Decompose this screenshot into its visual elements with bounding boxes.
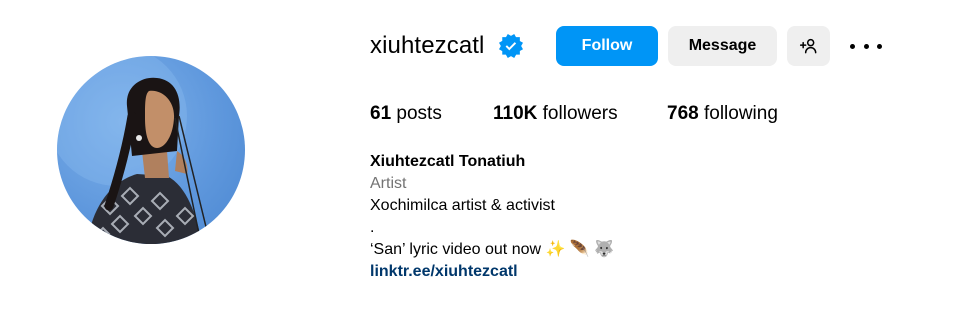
bio-external-link[interactable]: linktr.ee/xiuhtezcatl [370,261,614,283]
profile-avatar[interactable] [57,56,245,244]
posts-stat: 61 posts [370,102,442,126]
following-count: 768 [667,103,699,124]
profile-full-name: Xiuhtezcatl Tonatiuh [370,153,526,170]
posts-label: posts [396,103,442,124]
message-button[interactable]: Message [668,26,777,66]
profile-username: xiuhtezcatl [370,32,485,59]
more-dot-icon [863,43,869,49]
followers-label: followers [542,103,618,124]
bio-line-3: ‘San’ lyric video out now ✨ 🪶 🐺 [370,241,615,258]
following-label: following [703,103,778,124]
verified-badge-icon [499,34,523,58]
bio-line-2: . [370,219,375,236]
follow-button[interactable]: Follow [556,26,658,66]
person-plus-icon [799,38,816,54]
profile-bio: Xiuhtezcatl Tonatiuh Artist Xochimilca a… [370,151,614,283]
more-options-button[interactable] [850,35,882,57]
followers-stat[interactable]: 110K followers [493,102,618,126]
bio-line-1: Xochimilca artist & activist [370,197,555,214]
avatar-portrait-image [57,56,208,244]
more-dot-icon [877,43,882,49]
more-dot-icon [850,43,855,49]
posts-count: 61 [370,103,392,124]
profile-category: Artist [370,175,407,192]
suggest-similar-button[interactable] [787,26,830,66]
following-stat[interactable]: 768 following [667,102,778,126]
followers-count: 110K [493,103,538,124]
